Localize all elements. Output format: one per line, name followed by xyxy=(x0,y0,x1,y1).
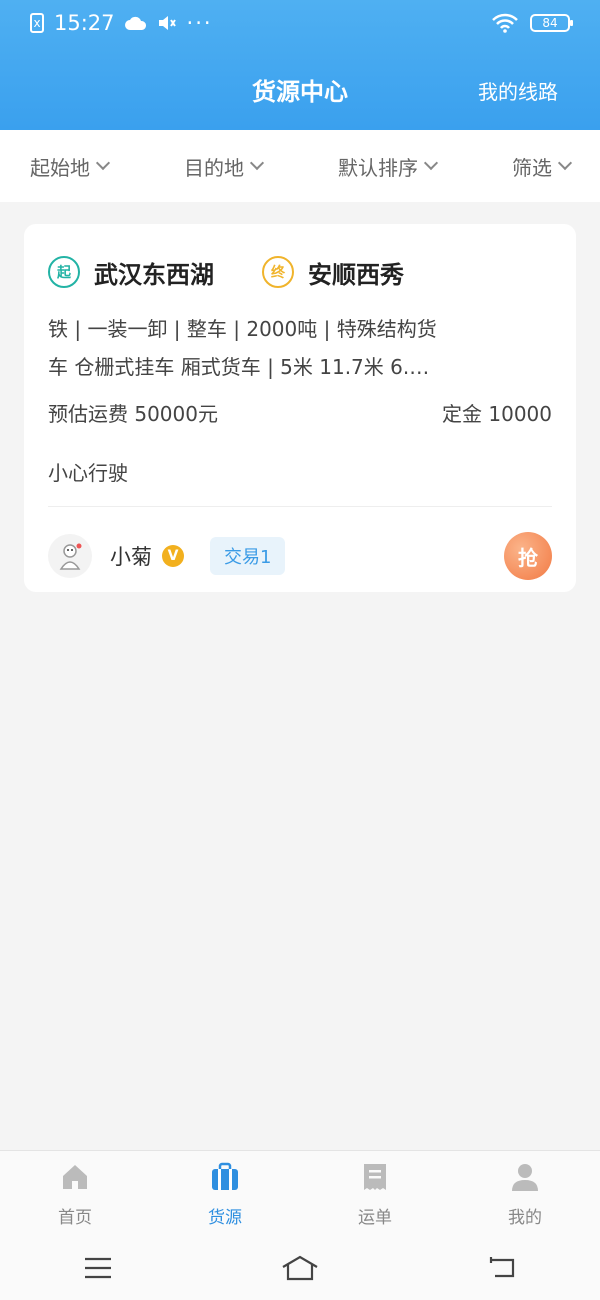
end-place: 安顺西秀 xyxy=(308,260,404,289)
verified-icon: V xyxy=(162,545,184,567)
status-bar: x 15:27 ··· 84 xyxy=(0,0,600,46)
back-icon[interactable] xyxy=(487,1256,517,1280)
tab-home-label: 首页 xyxy=(58,1208,92,1228)
chevron-down-icon xyxy=(95,155,111,171)
tab-profile[interactable]: 我的 xyxy=(450,1151,600,1236)
remark: 小心行驶 xyxy=(48,461,128,485)
user-avatar-icon xyxy=(59,543,82,570)
chevron-down-icon xyxy=(423,155,439,171)
avatar[interactable] xyxy=(48,534,92,578)
cargo-description-line2: 车 仓栅式挂车 厢式货车 | 5米 11.7米 6.… xyxy=(48,355,430,379)
battery-indicator: 84 xyxy=(530,14,573,32)
user-row: 小菊 V 交易1 抢 xyxy=(48,507,552,605)
status-time: 15:27 xyxy=(54,11,115,35)
profile-icon xyxy=(512,1164,538,1191)
deposit: 定金 10000 xyxy=(442,402,552,426)
filter-screen-label: 筛选 xyxy=(512,155,552,180)
trade-count-badge: 交易1 xyxy=(210,537,286,575)
chevron-down-icon xyxy=(557,155,573,171)
filter-origin[interactable]: 起始地 xyxy=(30,152,111,181)
cargo-card[interactable]: 起 武汉东西湖 终 安顺西秀 铁 | 一装一卸 | 整车 | 2000吨 | 特… xyxy=(24,224,576,592)
system-navigation-bar xyxy=(0,1236,600,1300)
tab-waybill-label: 运单 xyxy=(358,1208,392,1228)
tab-profile-label: 我的 xyxy=(508,1208,542,1228)
tab-cargo[interactable]: 货源 xyxy=(150,1151,300,1236)
filter-destination[interactable]: 目的地 xyxy=(184,152,265,181)
more-notifications: ··· xyxy=(186,11,213,35)
cloud-icon xyxy=(124,16,146,30)
chevron-down-icon xyxy=(249,155,265,171)
tab-waybill[interactable]: 运单 xyxy=(300,1151,450,1236)
filter-sort-label: 默认排序 xyxy=(338,155,418,180)
route-row: 起 武汉东西湖 终 安顺西秀 xyxy=(48,224,552,310)
filter-bar: 起始地 目的地 默认排序 筛选 xyxy=(0,130,600,202)
user-name: 小菊 xyxy=(110,545,152,569)
cargo-description-line1: 铁 | 一装一卸 | 整车 | 2000吨 | 特殊结构货 xyxy=(48,317,437,341)
tab-cargo-label: 货源 xyxy=(208,1208,242,1228)
mute-icon xyxy=(158,16,176,30)
start-place: 武汉东西湖 xyxy=(94,260,214,289)
waybill-icon xyxy=(364,1164,386,1190)
price-row: 预估运费 50000元 定金 10000 xyxy=(48,398,552,427)
start-pin-icon: 起 xyxy=(48,256,80,288)
estimated-freight: 预估运费 50000元 xyxy=(48,402,218,426)
cargo-icon xyxy=(212,1162,238,1190)
filter-origin-label: 起始地 xyxy=(30,155,90,180)
bottom-tab-bar: 首页 货源 运单 我的 xyxy=(0,1150,600,1236)
filter-destination-label: 目的地 xyxy=(184,155,244,180)
tab-home[interactable]: 首页 xyxy=(0,1151,150,1236)
home-icon xyxy=(63,1165,87,1189)
filter-screen[interactable]: 筛选 xyxy=(512,152,573,181)
app-header: x 15:27 ··· 84 货源中心 我的线路 xyxy=(0,0,600,130)
end-pin-icon: 终 xyxy=(262,256,294,288)
sim-icon: x xyxy=(30,13,44,33)
my-route-link[interactable]: 我的线路 xyxy=(478,76,558,105)
menu-icon[interactable] xyxy=(83,1256,113,1280)
filter-sort[interactable]: 默认排序 xyxy=(338,152,439,181)
wifi-icon xyxy=(492,13,518,33)
grab-order-button[interactable]: 抢 xyxy=(504,532,552,580)
home-nav-icon[interactable] xyxy=(280,1254,320,1282)
